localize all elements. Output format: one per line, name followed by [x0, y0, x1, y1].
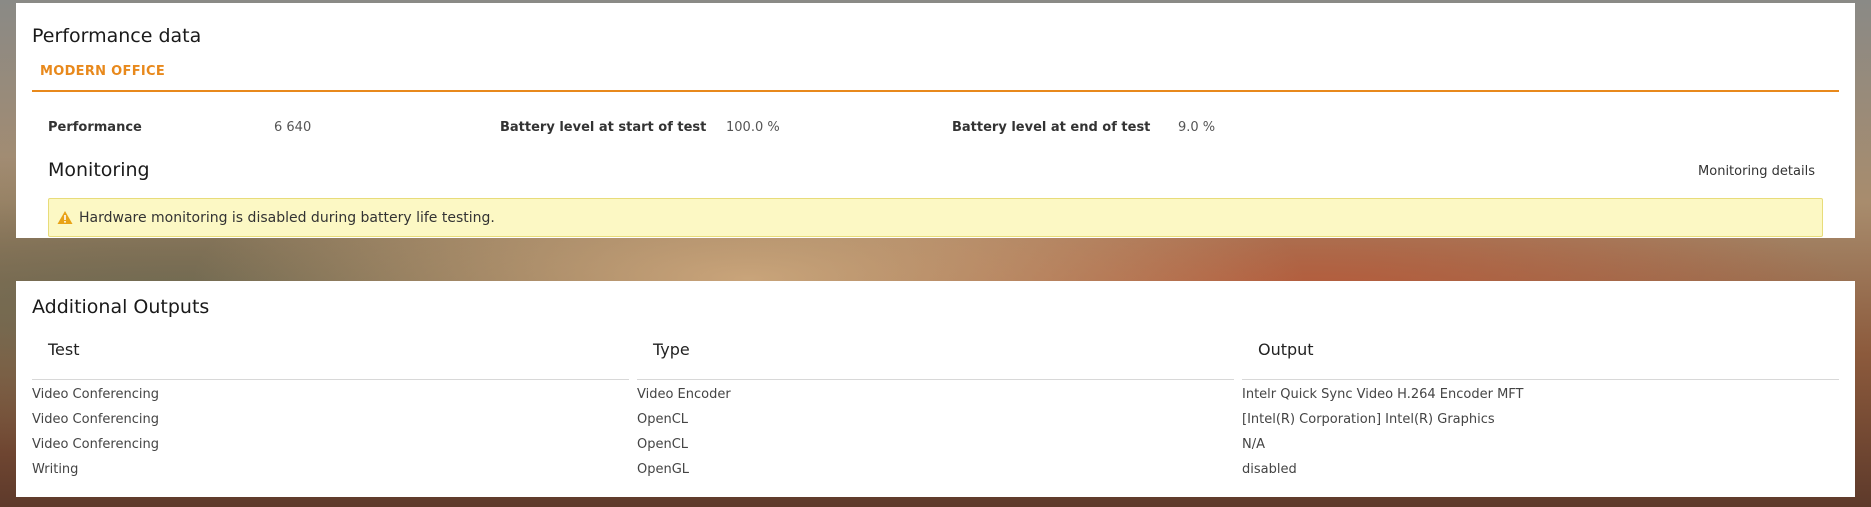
performance-title: Performance data: [32, 25, 202, 47]
column-divider-test: [32, 379, 629, 380]
additional-outputs-title: Additional Outputs: [32, 296, 210, 318]
metric-label-battery-start: Battery level at start of test: [500, 120, 707, 135]
cell-type: OpenCL: [637, 437, 689, 452]
cell-test: Video Conferencing: [32, 387, 159, 402]
tab-modern-office[interactable]: MODERN OFFICE: [40, 64, 165, 79]
alert-text: Hardware monitoring is disabled during b…: [79, 209, 495, 226]
cell-output: Intelr Quick Sync Video H.264 Encoder MF…: [1242, 387, 1524, 402]
warning-icon: [57, 210, 73, 225]
monitoring-title: Monitoring: [48, 159, 150, 181]
cell-output: [Intel(R) Corporation] Intel(R) Graphics: [1242, 412, 1495, 427]
column-divider-output: [1242, 379, 1839, 380]
cell-type: OpenGL: [637, 462, 690, 477]
monitoring-alert: Hardware monitoring is disabled during b…: [48, 198, 1823, 237]
cell-test: Writing: [32, 462, 79, 477]
metric-value-performance: 6 640: [274, 120, 312, 135]
cell-test: Video Conferencing: [32, 412, 159, 427]
cell-type: Video Encoder: [637, 387, 731, 402]
performance-panel: Performance data MODERN OFFICE Performan…: [16, 3, 1855, 238]
column-header-type: Type: [653, 340, 690, 359]
column-divider-type: [637, 379, 1234, 380]
column-header-output: Output: [1258, 340, 1314, 359]
cell-test: Video Conferencing: [32, 437, 159, 452]
metric-value-battery-start: 100.0 %: [726, 120, 780, 135]
monitoring-details-link[interactable]: Monitoring details: [1698, 164, 1815, 179]
column-header-test: Test: [48, 340, 80, 359]
metric-label-performance: Performance: [48, 120, 142, 135]
cell-output: disabled: [1242, 462, 1297, 477]
tab-underline: [32, 90, 1839, 92]
cell-output: N/A: [1242, 437, 1265, 452]
cell-type: OpenCL: [637, 412, 689, 427]
metric-value-battery-end: 9.0 %: [1178, 120, 1216, 135]
metric-label-battery-end: Battery level at end of test: [952, 120, 1151, 135]
additional-outputs-panel: Additional Outputs Test Type Output Vide…: [16, 281, 1855, 497]
